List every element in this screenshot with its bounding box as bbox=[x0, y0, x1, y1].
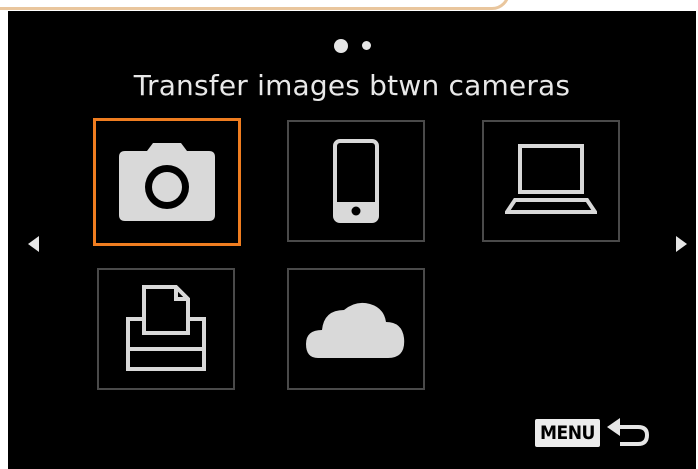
device-tile-printer[interactable] bbox=[97, 268, 235, 390]
device-tile-camera[interactable] bbox=[93, 118, 241, 246]
screen-title: Transfer images btwn cameras bbox=[133, 69, 571, 102]
device-tile-web-service[interactable] bbox=[287, 268, 425, 390]
scroll-right-arrow-icon[interactable] bbox=[676, 236, 687, 252]
scroll-left-arrow-icon[interactable] bbox=[28, 236, 39, 252]
page-dot-inactive bbox=[361, 41, 371, 50]
camera-screen: Transfer images btwn cameras MENU bbox=[8, 11, 696, 469]
page-dot-active bbox=[333, 38, 348, 53]
printer-icon bbox=[126, 285, 206, 371]
device-tile-computer[interactable] bbox=[482, 120, 620, 242]
camera-icon bbox=[119, 143, 215, 221]
menu-back-control[interactable]: MENU bbox=[535, 418, 650, 448]
cloud-icon bbox=[306, 302, 405, 358]
laptop-icon bbox=[505, 144, 597, 214]
menu-button-label[interactable]: MENU bbox=[535, 419, 600, 447]
smartphone-icon bbox=[333, 139, 379, 223]
page-indicator bbox=[8, 35, 696, 53]
return-arrow-icon bbox=[606, 418, 649, 446]
callout-frame bbox=[0, 0, 510, 10]
device-tile-smartphone[interactable] bbox=[287, 120, 425, 242]
